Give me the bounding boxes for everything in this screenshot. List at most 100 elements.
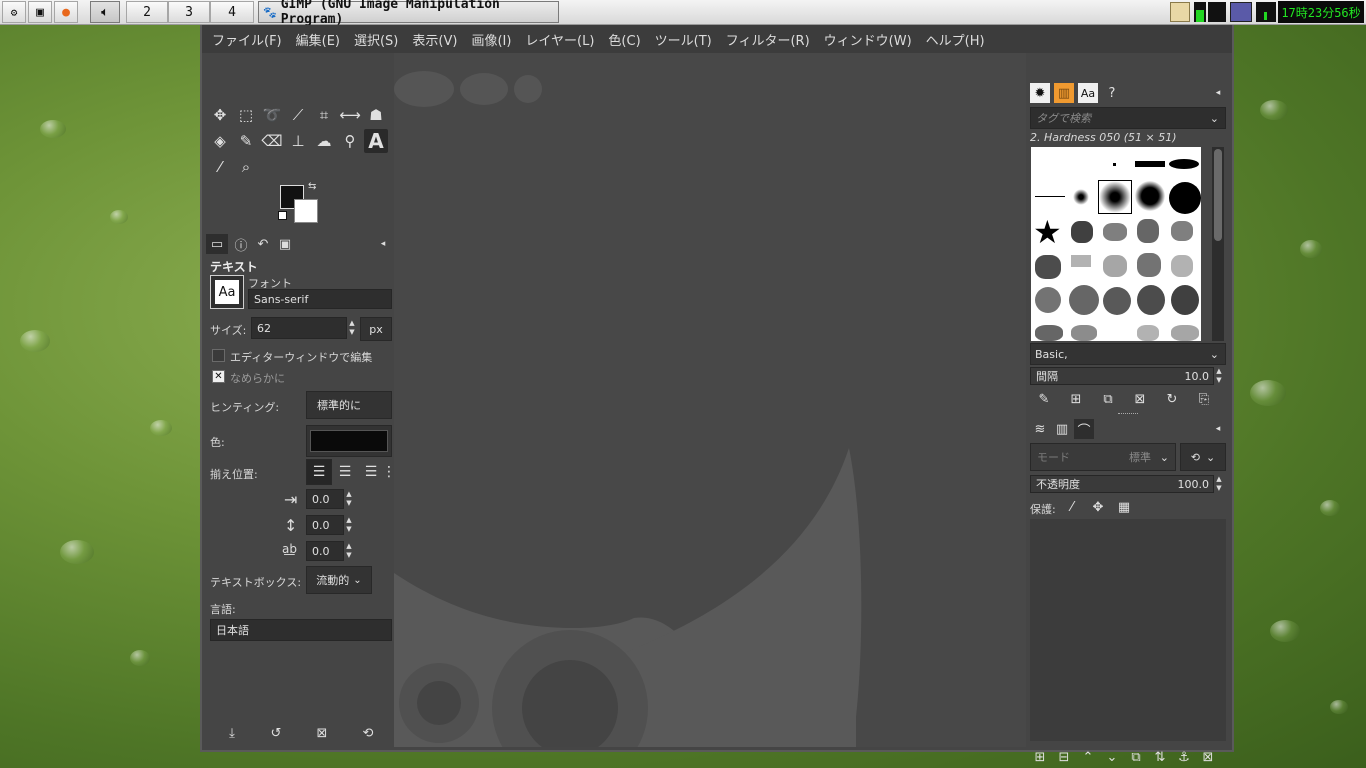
brush-texture[interactable] <box>1035 255 1061 279</box>
text-tool-icon[interactable]: A <box>364 129 388 153</box>
indent-stepper-icon[interactable]: ▲ ▼ <box>345 490 353 508</box>
menu-file[interactable]: ファイル(F) <box>212 30 282 49</box>
edit-brush-icon[interactable]: ✎ <box>1034 389 1054 409</box>
taskbar-gimp-window[interactable]: 🐾 GIMP (GNU Image Manipulation Program) <box>258 0 559 27</box>
text-color-button[interactable] <box>306 425 392 457</box>
language-input[interactable]: 日本語 <box>210 619 392 641</box>
duplicate-brush-icon[interactable]: ⧉ <box>1098 389 1118 409</box>
menu-select[interactable]: 選択(S) <box>354 30 398 49</box>
device-status-tab-icon[interactable]: ⓘ <box>230 234 252 254</box>
terminal-launcher[interactable]: ▣ <box>28 1 52 23</box>
duplicate-layer-icon[interactable]: ⧉ <box>1126 747 1146 767</box>
brush-texture[interactable] <box>1035 287 1061 313</box>
merge-layer-icon[interactable]: ⚓︎ <box>1174 747 1194 767</box>
brush-grid-scrollbar[interactable] <box>1212 147 1224 341</box>
brush-texture[interactable] <box>1103 223 1127 241</box>
brush-texture[interactable] <box>1069 285 1099 315</box>
opacity-slider[interactable]: 不透明度 100.0 <box>1030 475 1214 493</box>
brush-soft-small[interactable] <box>1073 189 1089 205</box>
antialias-checkbox[interactable]: ✕ <box>212 370 225 383</box>
menu-view[interactable]: 表示(V) <box>412 30 457 49</box>
menu-colors[interactable]: 色(C) <box>608 30 640 49</box>
workspace-1-button[interactable]: 🔈︎ <box>90 1 120 23</box>
image-canvas[interactable] <box>394 53 1026 747</box>
brush-texture[interactable] <box>1137 253 1161 277</box>
background-color[interactable] <box>294 199 318 223</box>
eraser-tool-icon[interactable]: ⌫ <box>260 129 284 153</box>
firefox-launcher[interactable]: ● <box>54 1 78 23</box>
brush-grid[interactable]: ★ <box>1031 147 1201 341</box>
new-layer-group-icon[interactable]: ⊟ <box>1054 747 1074 767</box>
font-preview[interactable]: Aa <box>210 275 244 309</box>
menu-tools[interactable]: ツール(T) <box>655 30 712 49</box>
brush-texture[interactable] <box>1035 325 1063 341</box>
hinting-select[interactable]: 標準的に <box>306 391 392 419</box>
help-tab-icon[interactable]: ? <box>1102 83 1122 103</box>
lock-pixels-icon[interactable]: ⁄ <box>1062 497 1082 517</box>
new-layer-icon[interactable]: ⊞ <box>1030 747 1050 767</box>
brush-texture[interactable] <box>1071 325 1097 341</box>
brush-texture[interactable] <box>1171 325 1199 341</box>
layer-composite-select[interactable]: ⟲ ⌄ <box>1180 443 1226 471</box>
brush-hardness-050[interactable] <box>1098 180 1132 214</box>
brush-pixel[interactable] <box>1113 163 1116 166</box>
workspace-3-button[interactable]: 3 <box>168 1 210 23</box>
textbox-select[interactable]: 流動的 ⌄ <box>306 566 372 594</box>
line-spacing-stepper-icon[interactable]: ▲ ▼ <box>345 516 353 534</box>
images-tab-icon[interactable]: ▣ <box>274 234 296 254</box>
brush-texture[interactable] <box>1103 287 1131 315</box>
warp-transform-tool-icon[interactable]: ☗ <box>364 103 388 127</box>
fonts-tab-icon[interactable]: Aa <box>1078 83 1098 103</box>
paths-tab-icon[interactable]: ⌒ <box>1074 419 1094 439</box>
brush-hard-circle[interactable] <box>1169 182 1201 214</box>
brush-texture[interactable] <box>1071 221 1093 243</box>
layers-list[interactable] <box>1030 519 1226 741</box>
menu-windows[interactable]: ウィンドウ(W) <box>824 30 912 49</box>
dock-menu-icon[interactable]: ◂ <box>1208 419 1228 439</box>
restore-preset-icon[interactable]: ↺ <box>266 723 286 743</box>
brush-texture[interactable] <box>1103 255 1127 277</box>
letter-spacing-stepper-icon[interactable]: ▲ ▼ <box>345 542 353 560</box>
justify-left-icon[interactable]: ☰ <box>306 459 332 485</box>
brush-soft-line[interactable] <box>1169 159 1199 169</box>
open-brush-as-image-icon[interactable]: ⎘ <box>1194 389 1214 409</box>
lock-position-icon[interactable]: ✥ <box>1088 497 1108 517</box>
line-spacing-input[interactable]: 0.0 <box>306 515 344 535</box>
spacing-slider[interactable]: 間隔 10.0 <box>1030 367 1214 385</box>
brush-texture[interactable] <box>1171 255 1193 277</box>
free-select-tool-icon[interactable]: ➰ <box>260 103 284 127</box>
brush-texture[interactable] <box>1137 325 1159 341</box>
brush-soft-large[interactable] <box>1135 181 1165 211</box>
menu-filters[interactable]: フィルター(R) <box>726 30 810 49</box>
workspace-2-button[interactable]: 2 <box>126 1 168 23</box>
brush-texture[interactable] <box>1071 255 1091 267</box>
layer-mode-select[interactable]: モード 標準 ⌄ <box>1030 443 1176 471</box>
menu-layer[interactable]: レイヤー(L) <box>525 30 594 49</box>
raise-layer-icon[interactable]: ⌃ <box>1078 747 1098 767</box>
lower-layer-icon[interactable]: ⌄ <box>1102 747 1122 767</box>
menu-image[interactable]: 画像(I) <box>471 30 511 49</box>
layers-tab-icon[interactable]: ≋ <box>1030 419 1050 439</box>
menu-edit[interactable]: 編集(E) <box>296 30 340 49</box>
refresh-brushes-icon[interactable]: ↻ <box>1162 389 1182 409</box>
tool-options-tab-icon[interactable]: ▭ <box>206 234 228 254</box>
indent-input[interactable]: 0.0 <box>306 489 344 509</box>
unified-transform-tool-icon[interactable]: ⟷ <box>338 103 362 127</box>
opacity-stepper-icon[interactable]: ▲ ▼ <box>1215 475 1223 493</box>
delete-brush-icon[interactable]: ⊠ <box>1130 389 1150 409</box>
justify-right-icon[interactable]: ☰ <box>332 459 358 485</box>
use-editor-checkbox[interactable] <box>212 349 225 362</box>
new-brush-icon[interactable]: ⊞ <box>1066 389 1086 409</box>
size-unit-select[interactable]: px <box>360 317 392 341</box>
app-menu-button[interactable]: ⚙ <box>2 1 26 23</box>
undo-history-tab-icon[interactable]: ↶ <box>252 234 274 254</box>
size-input[interactable]: 62 <box>251 317 347 339</box>
paths-tool-icon[interactable]: ⚲ <box>338 129 362 153</box>
patterns-tab-icon[interactable]: ▥ <box>1054 83 1074 103</box>
brush-tag-search[interactable]: タグで検索 ⌄ <box>1030 107 1226 129</box>
paintbrush-tool-icon[interactable]: ✎ <box>234 129 258 153</box>
save-preset-icon[interactable]: ⤓ <box>222 723 242 743</box>
justify-center-icon[interactable]: ☰ <box>358 459 384 485</box>
brush-line[interactable] <box>1035 196 1065 197</box>
fuzzy-select-tool-icon[interactable]: ⟋ <box>286 103 310 127</box>
